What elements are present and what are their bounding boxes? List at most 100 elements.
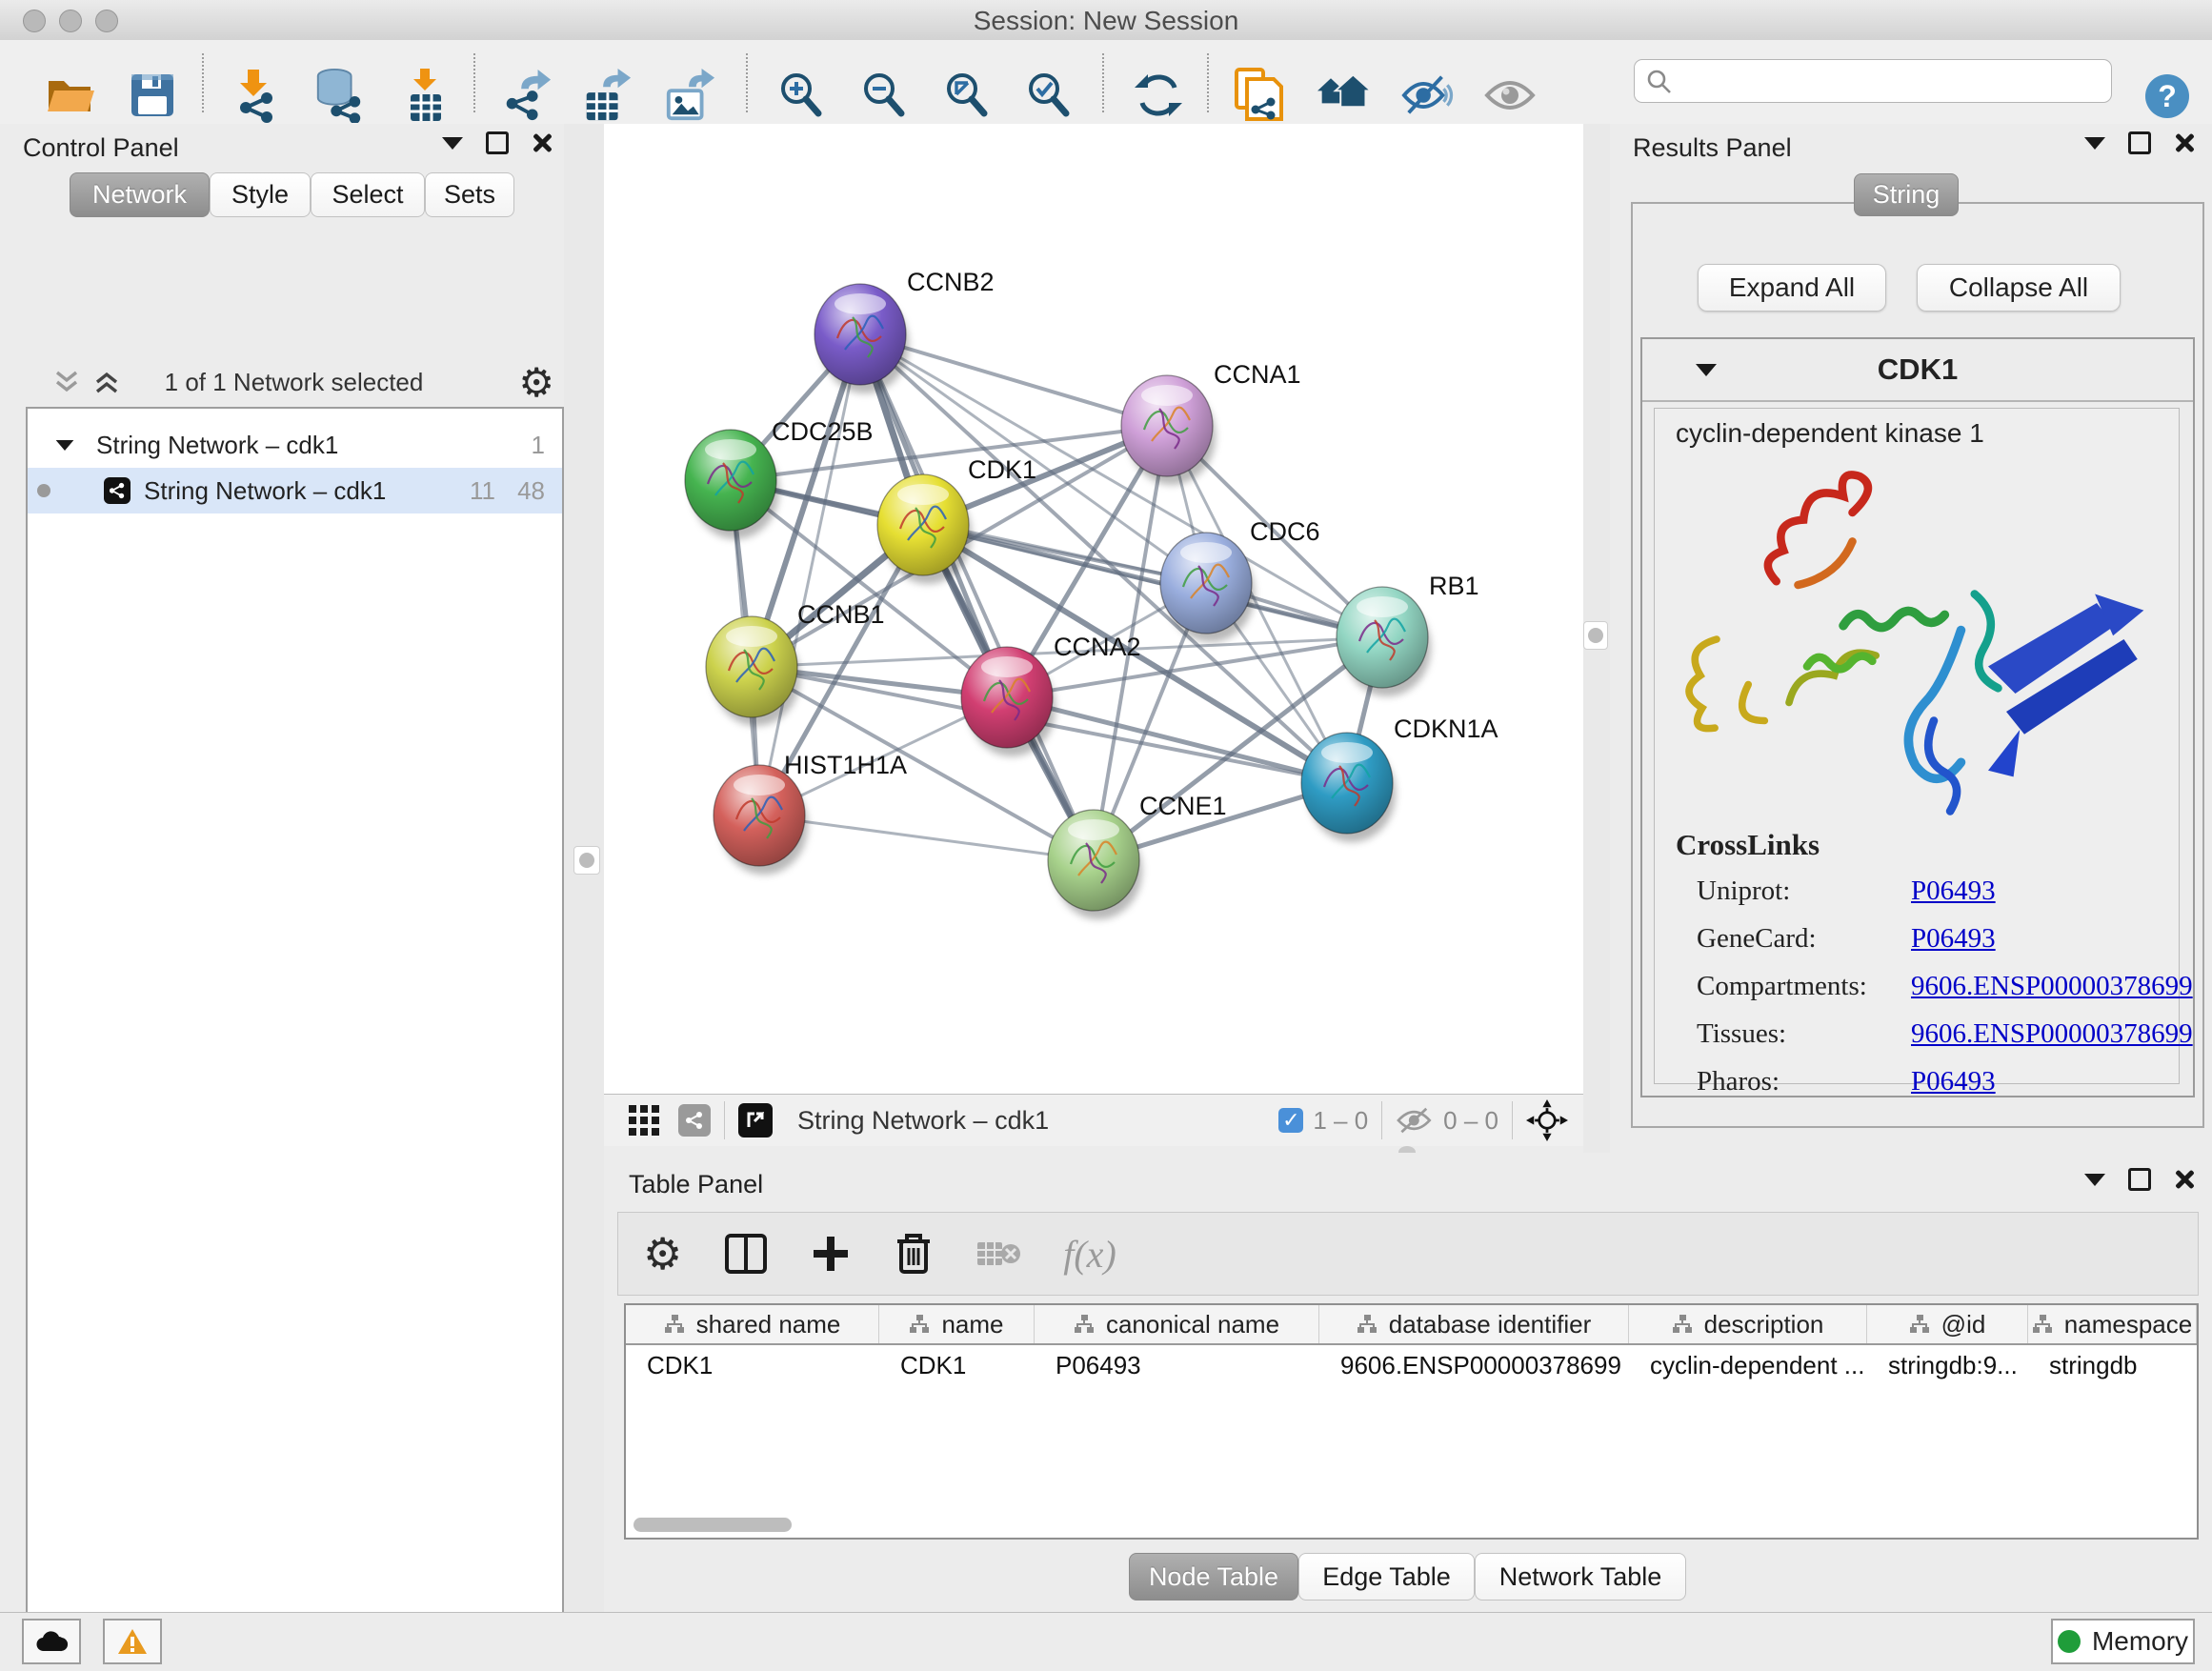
column-header-description[interactable]: description bbox=[1629, 1305, 1867, 1343]
network-node-CDC25B[interactable] bbox=[685, 430, 779, 539]
table-cell[interactable]: stringdb bbox=[2028, 1351, 2197, 1380]
column-header-shared-name[interactable]: shared name bbox=[626, 1305, 879, 1343]
panel-menu-icon[interactable] bbox=[2084, 1174, 2105, 1186]
close-panel-icon[interactable] bbox=[532, 132, 553, 153]
collection-expander-icon[interactable] bbox=[56, 439, 74, 450]
table-cell[interactable]: CDK1 bbox=[879, 1351, 1035, 1380]
network-node-CCNB2[interactable] bbox=[814, 284, 909, 393]
export-table-icon[interactable] bbox=[579, 69, 633, 122]
first-neighbors-icon[interactable] bbox=[1317, 69, 1371, 122]
grid-view-icon[interactable] bbox=[627, 1103, 661, 1137]
panel-menu-icon[interactable] bbox=[2084, 137, 2105, 150]
node-label: CCNB2 bbox=[907, 268, 995, 296]
protein-card-header[interactable]: CDK1 bbox=[1642, 339, 2193, 402]
table-cell[interactable]: P06493 bbox=[1035, 1351, 1319, 1380]
results-panel: Results Panel String Expand All Collapse… bbox=[1610, 124, 2212, 1153]
open-in-window-icon[interactable] bbox=[738, 1103, 773, 1137]
node-label: CCNE1 bbox=[1139, 792, 1227, 820]
refresh-layout-icon[interactable] bbox=[1132, 69, 1185, 122]
column-header-canonical-name[interactable]: canonical name bbox=[1035, 1305, 1319, 1343]
float-panel-icon[interactable] bbox=[486, 131, 509, 154]
zoom-selected-icon[interactable] bbox=[1022, 69, 1076, 122]
network-canvas[interactable]: CCNB2CCNA1CDC25BCDK1CDC6RB1CCNB1CCNA2CDK… bbox=[604, 124, 1583, 1094]
table-panel-title: Table Panel bbox=[629, 1170, 763, 1199]
export-network-icon[interactable] bbox=[499, 69, 553, 122]
network-node-CCNA1[interactable] bbox=[1121, 375, 1216, 485]
search-icon bbox=[1646, 69, 1673, 95]
import-network-file-icon[interactable] bbox=[229, 69, 282, 122]
cloud-icon bbox=[35, 1630, 68, 1653]
zoom-out-icon[interactable] bbox=[857, 69, 911, 122]
network-node-CCNA2[interactable] bbox=[961, 647, 1056, 756]
help-button[interactable]: ? bbox=[2145, 74, 2189, 118]
network-badge-icon[interactable] bbox=[678, 1104, 711, 1137]
export-image-icon[interactable] bbox=[663, 69, 716, 122]
close-panel-icon[interactable] bbox=[2174, 1169, 2195, 1190]
import-network-database-icon[interactable] bbox=[312, 69, 366, 122]
network-options-gear-icon[interactable] bbox=[518, 359, 554, 406]
tab-network-table[interactable]: Network Table bbox=[1475, 1553, 1686, 1601]
table-cell[interactable]: 9606.ENSP00000378699 bbox=[1319, 1351, 1629, 1380]
tab-edge-table[interactable]: Edge Table bbox=[1298, 1553, 1475, 1601]
float-panel-icon[interactable] bbox=[2128, 1168, 2151, 1191]
birds-eye-view-icon[interactable] bbox=[1526, 1099, 1568, 1141]
tab-sets[interactable]: Sets bbox=[425, 172, 514, 217]
network-node-CDK1[interactable] bbox=[877, 474, 972, 584]
column-header--id[interactable]: @id bbox=[1867, 1305, 2028, 1343]
network-row[interactable]: String Network – cdk1 11 48 bbox=[28, 468, 562, 513]
crosslink-link[interactable]: P06493 bbox=[1911, 876, 1996, 907]
network-node-RB1[interactable] bbox=[1337, 587, 1431, 696]
selected-checkbox-icon[interactable] bbox=[1278, 1108, 1303, 1133]
network-node-HIST1H1A[interactable] bbox=[714, 765, 808, 875]
crosslink-label: GeneCard: bbox=[1676, 923, 1911, 955]
crosslink-link[interactable]: 9606.ENSP00000378699 bbox=[1911, 1018, 2193, 1050]
column-header-namespace[interactable]: namespace bbox=[2028, 1305, 2197, 1343]
import-table-file-icon[interactable] bbox=[398, 69, 452, 122]
delete-column-icon[interactable] bbox=[894, 1232, 934, 1276]
tab-string[interactable]: String bbox=[1854, 173, 1959, 216]
table-row[interactable]: CDK1CDK1P064939606.ENSP00000378699cyclin… bbox=[626, 1345, 2197, 1385]
zoom-fit-icon[interactable] bbox=[940, 69, 994, 122]
zoom-in-icon[interactable] bbox=[774, 69, 828, 122]
network-node-CDKN1A[interactable] bbox=[1301, 733, 1396, 842]
table-cell[interactable]: CDK1 bbox=[626, 1351, 879, 1380]
memory-button[interactable]: Memory bbox=[2051, 1619, 2195, 1664]
cloud-tasks-button[interactable] bbox=[22, 1619, 81, 1664]
collapse-all-button[interactable]: Collapse All bbox=[1917, 264, 2121, 312]
network-collection-row[interactable]: String Network – cdk1 1 bbox=[28, 422, 562, 468]
table-cell[interactable]: stringdb:9... bbox=[1867, 1351, 2028, 1380]
show-all-icon[interactable] bbox=[1484, 69, 1538, 122]
right-splitter[interactable] bbox=[1583, 124, 1613, 1153]
warnings-button[interactable] bbox=[103, 1619, 162, 1664]
expand-all-button[interactable]: Expand All bbox=[1698, 264, 1886, 312]
crosslink-link[interactable]: 9606.ENSP00000378699 bbox=[1911, 971, 2193, 1002]
protein-structure-image bbox=[1655, 458, 2177, 820]
tab-select[interactable]: Select bbox=[311, 172, 425, 217]
table-options-gear-icon[interactable] bbox=[643, 1228, 682, 1279]
network-node-CCNE1[interactable] bbox=[1048, 810, 1142, 919]
close-panel-icon[interactable] bbox=[2174, 132, 2195, 153]
column-header-database-identifier[interactable]: database identifier bbox=[1319, 1305, 1629, 1343]
open-session-icon[interactable] bbox=[44, 69, 97, 122]
hide-selected-icon[interactable] bbox=[1401, 69, 1455, 122]
column-header-name[interactable]: name bbox=[879, 1305, 1035, 1343]
show-columns-icon[interactable] bbox=[724, 1233, 768, 1275]
tab-style[interactable]: Style bbox=[210, 172, 311, 217]
crosslink-link[interactable]: P06493 bbox=[1911, 923, 1996, 955]
search-box[interactable] bbox=[1634, 59, 2112, 103]
card-expander-icon[interactable] bbox=[1696, 364, 1717, 376]
table-cell[interactable]: cyclin-dependent ... bbox=[1629, 1351, 1867, 1380]
save-session-icon[interactable] bbox=[126, 69, 179, 122]
tab-node-table[interactable]: Node Table bbox=[1129, 1553, 1298, 1601]
network-node-CCNB1[interactable] bbox=[706, 616, 800, 726]
left-splitter[interactable] bbox=[564, 124, 604, 1612]
create-column-icon[interactable] bbox=[810, 1233, 852, 1275]
crosslink-link[interactable]: P06493 bbox=[1911, 1066, 1996, 1097]
duplicate-network-icon[interactable] bbox=[1233, 69, 1286, 122]
float-panel-icon[interactable] bbox=[2128, 131, 2151, 154]
search-input[interactable] bbox=[1680, 64, 2103, 98]
panel-menu-icon[interactable] bbox=[442, 137, 463, 150]
crosslink-row: Pharos:P06493 bbox=[1676, 1066, 2193, 1097]
horizontal-scrollbar[interactable] bbox=[633, 1518, 792, 1532]
tab-network[interactable]: Network bbox=[70, 172, 210, 217]
